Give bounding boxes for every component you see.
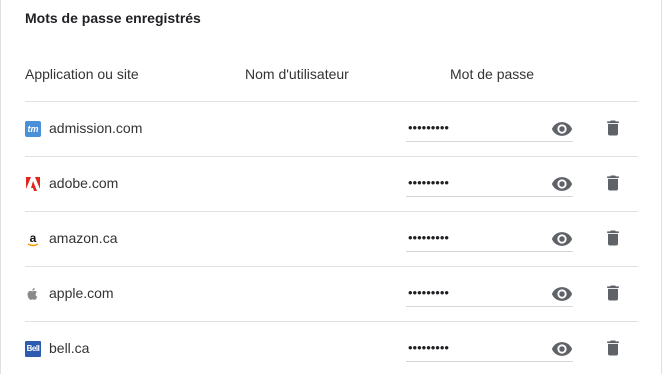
saved-passwords-panel: Mots de passe enregistrés Application ou…	[0, 0, 662, 374]
password-value: •••••••••	[408, 340, 449, 355]
site-name: adobe.com	[49, 175, 119, 191]
show-password-eye-icon[interactable]	[549, 173, 575, 195]
adobe-logo-icon	[25, 176, 41, 192]
show-password-eye-icon[interactable]	[549, 228, 575, 250]
column-header-username: Nom d'utilisateur	[245, 66, 349, 82]
delete-trash-icon[interactable]	[603, 116, 623, 140]
bell-logo-icon: Bell	[25, 341, 41, 357]
site-name: bell.ca	[49, 340, 90, 356]
admission-tm-icon: tm	[25, 121, 41, 137]
password-value: •••••••••	[408, 230, 449, 245]
delete-trash-icon[interactable]	[603, 281, 623, 305]
password-value: •••••••••	[408, 175, 449, 190]
section-title: Mots de passe enregistrés	[25, 10, 201, 26]
delete-trash-icon[interactable]	[603, 226, 623, 250]
apple-logo-icon	[25, 286, 41, 302]
password-value: •••••••••	[408, 285, 449, 300]
show-password-eye-icon[interactable]	[549, 338, 575, 360]
site-name: apple.com	[49, 285, 114, 301]
password-row: Bell bell.ca •••••••••	[1, 322, 661, 376]
delete-trash-icon[interactable]	[603, 336, 623, 360]
password-field[interactable]: •••••••••	[406, 114, 573, 142]
column-headers: Application ou site Nom d'utilisateur Mo…	[1, 66, 661, 86]
password-row: apple.com •••••••••	[1, 267, 661, 321]
password-field[interactable]: •••••••••	[406, 169, 573, 197]
delete-trash-icon[interactable]	[603, 171, 623, 195]
password-row: tm admission.com •••••••••	[1, 102, 661, 156]
password-field[interactable]: •••••••••	[406, 224, 573, 252]
column-header-site: Application ou site	[25, 66, 139, 82]
password-field[interactable]: •••••••••	[406, 334, 573, 362]
site-name: amazon.ca	[49, 230, 118, 246]
password-row: a amazon.ca •••••••••	[1, 212, 661, 266]
site-name: admission.com	[49, 120, 143, 136]
password-row: adobe.com •••••••••	[1, 157, 661, 211]
amazon-logo-icon: a	[25, 231, 41, 247]
show-password-eye-icon[interactable]	[549, 118, 575, 140]
column-header-password: Mot de passe	[450, 66, 535, 82]
password-field[interactable]: •••••••••	[406, 279, 573, 307]
svg-text:a: a	[30, 231, 37, 245]
show-password-eye-icon[interactable]	[549, 283, 575, 305]
password-value: •••••••••	[408, 120, 449, 135]
